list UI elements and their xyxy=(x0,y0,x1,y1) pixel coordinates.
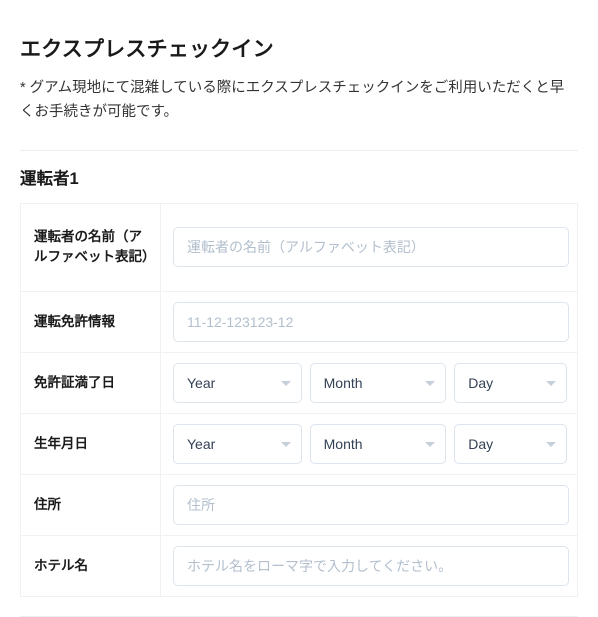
top-divider xyxy=(20,150,578,152)
license-expiry-month-select[interactable]: Month xyxy=(309,362,447,403)
hotel-name-input[interactable] xyxy=(173,545,569,586)
driver-name-input[interactable] xyxy=(173,227,569,268)
license-expiry-day-wrap: Day xyxy=(454,362,568,403)
row-field-license-expiry: Year Month Day xyxy=(161,352,578,413)
license-expiry-year-select[interactable]: Year xyxy=(173,362,302,403)
row-label-license-info: 運転免許情報 xyxy=(20,291,161,353)
table-row-address: 住所 xyxy=(20,474,578,536)
license-expiry-day-select[interactable]: Day xyxy=(454,362,568,403)
table-row-license-expiry: 免許証満了日 Year Month Day xyxy=(20,352,578,414)
birthdate-month-wrap: Month xyxy=(309,423,447,464)
intro-block: エクスプレスチェックイン * グアム現地にて混雑している際にエクスプレスチェック… xyxy=(20,0,578,124)
birthdate-year-select[interactable]: Year xyxy=(173,423,302,464)
table-row-driver-name: 運転者の名前（アルファベット表記） xyxy=(20,203,578,292)
row-label-address: 住所 xyxy=(20,474,161,536)
row-field-birthdate: Year Month Day xyxy=(161,413,578,474)
birthdate-date-group: Year Month Day xyxy=(173,423,568,464)
row-field-driver-name xyxy=(161,203,578,291)
birthdate-year-wrap: Year xyxy=(173,423,302,464)
address-input[interactable] xyxy=(173,484,569,525)
row-label-driver-name: 運転者の名前（アルファベット表記） xyxy=(20,203,161,292)
driver-form-table: 運転者の名前（アルファベット表記） 運転免許情報 免許証満了日 Year xyxy=(20,202,578,597)
table-row-birthdate: 生年月日 Year Month Day xyxy=(20,413,578,475)
page-title: エクスプレスチェックイン xyxy=(20,38,274,61)
row-label-license-expiry: 免許証満了日 xyxy=(20,352,161,414)
table-row-hotel-name: ホテル名 xyxy=(20,535,578,597)
table-row-license-info: 運転免許情報 xyxy=(20,291,578,353)
license-expiry-month-wrap: Month xyxy=(309,362,447,403)
birthdate-day-wrap: Day xyxy=(454,423,568,464)
license-expiry-year-wrap: Year xyxy=(173,362,302,403)
birthdate-month-select[interactable]: Month xyxy=(309,423,447,464)
birthdate-day-select[interactable]: Day xyxy=(454,423,568,464)
express-checkin-page: エクスプレスチェックイン * グアム現地にて混雑している際にエクスプレスチェック… xyxy=(0,0,598,617)
row-field-address xyxy=(161,474,578,535)
page-note: * グアム現地にて混雑している際にエクスプレスチェックインをご利用いただくと早く… xyxy=(20,80,565,120)
row-label-hotel-name: ホテル名 xyxy=(20,535,161,597)
row-field-license-info xyxy=(161,291,578,352)
license-expiry-date-group: Year Month Day xyxy=(173,362,568,403)
row-label-birthdate: 生年月日 xyxy=(20,413,161,475)
row-field-hotel-name xyxy=(161,535,578,596)
license-info-input[interactable] xyxy=(173,301,569,342)
driver-section-title: 運転者1 xyxy=(20,170,79,189)
